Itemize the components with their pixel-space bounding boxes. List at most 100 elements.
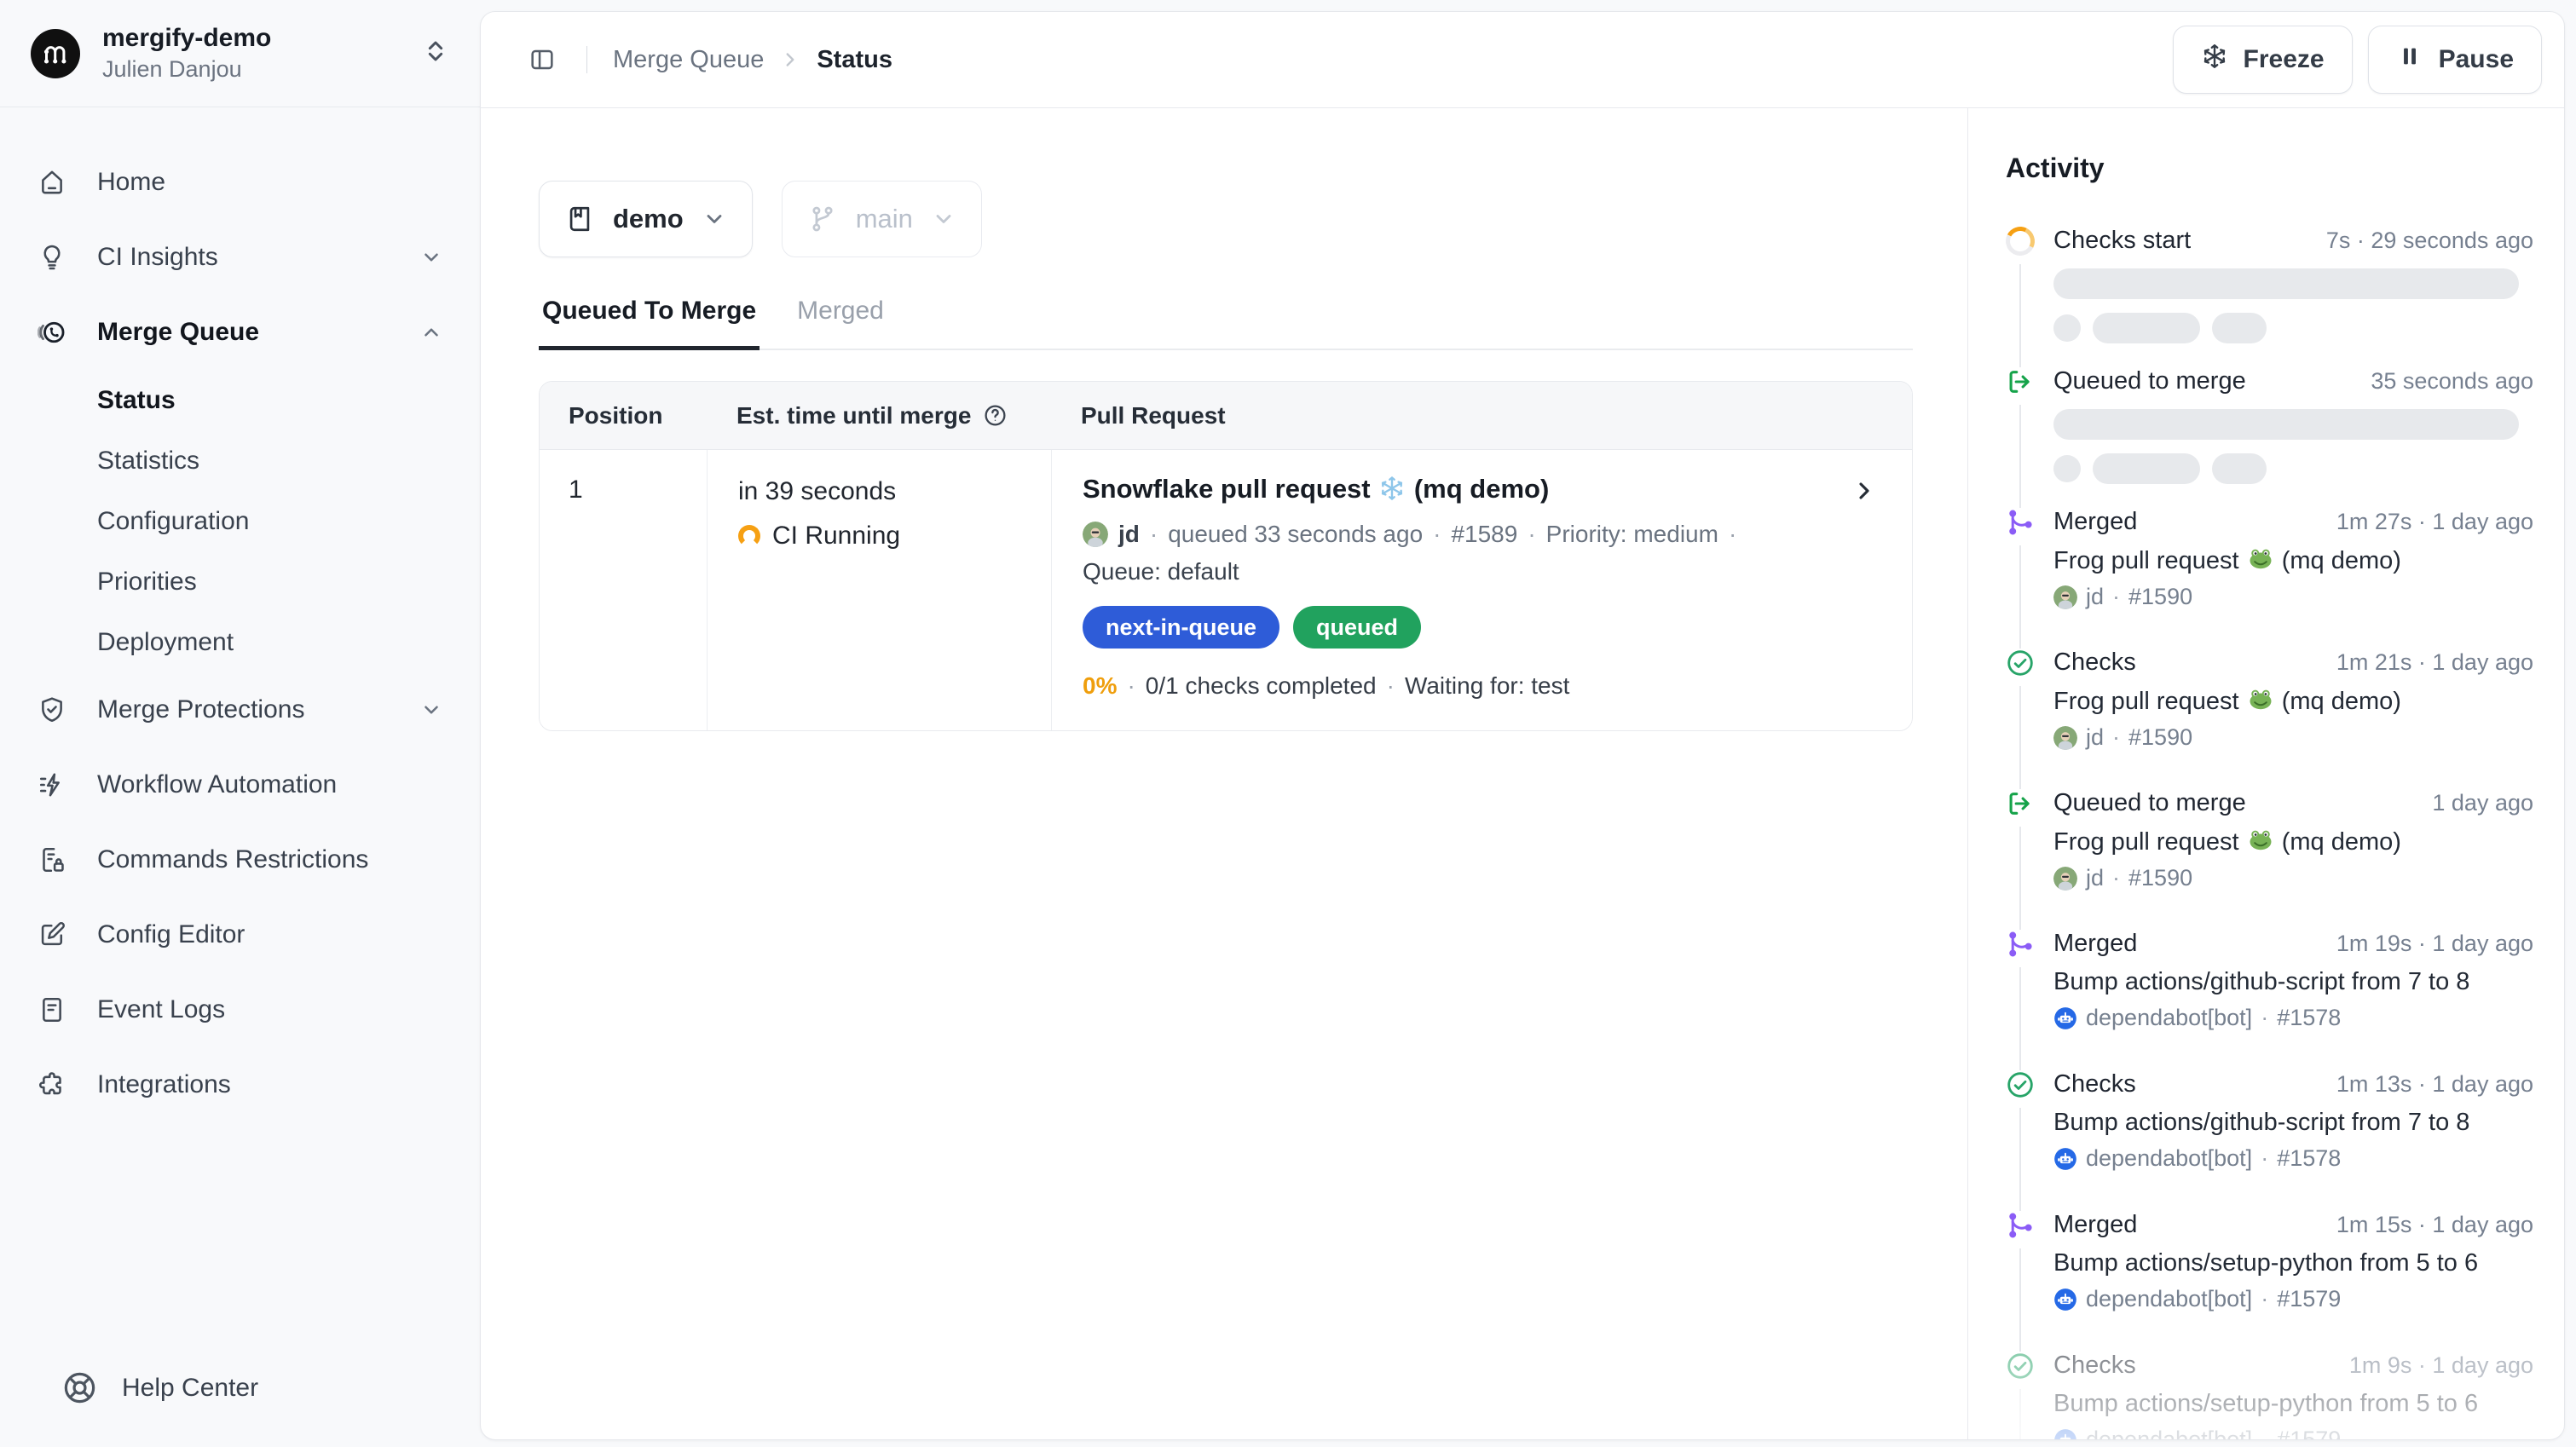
activity-event[interactable]: Checks start 7s · 29 seconds ago [2006,227,2533,367]
sidebar-item-help-center[interactable]: Help Center [0,1369,480,1447]
shield-check-icon [38,695,66,724]
chevrons-up-down-icon[interactable] [422,37,449,69]
sidebar-item-ci-insights[interactable]: CI Insights [26,220,454,295]
event-pr-title[interactable]: Bump actions/setup-python from 5 to 6 [2053,1249,2533,1277]
sidebar-item-event-logs[interactable]: Event Logs [26,972,454,1047]
sidebar-item-configuration[interactable]: Configuration [26,491,454,551]
activity-event[interactable]: Merged 1m 27s · 1 day ago Frog pull requ… [2006,508,2533,649]
timeline-connector [2019,405,2021,508]
sidebar-item-merge-protections[interactable]: Merge Protections [26,672,454,747]
sidebar-item-merge-queue[interactable]: Merge Queue [26,295,454,370]
activity-title: Activity [2006,153,2533,184]
tab-merged[interactable]: Merged [794,297,887,350]
git-merge-icon [2006,1211,2035,1240]
divider [586,46,587,73]
sidebar-item-home[interactable]: Home [26,145,454,220]
event-pr-title[interactable]: Frog pull request (mq demo) [2053,687,2533,716]
event-pr-title[interactable]: Bump actions/github-script from 7 to 8 [2053,1109,2533,1137]
activity-feed: Checks start 7s · 29 seconds ago Queued … [2006,227,2533,1439]
activity-event[interactable]: Queued to merge 35 seconds ago [2006,367,2533,508]
git-branch-icon [808,205,837,233]
activity-event[interactable]: Queued to merge 1 day ago Frog pull requ… [2006,789,2533,930]
breadcrumb-merge-queue[interactable]: Merge Queue [613,46,764,74]
column-header-eta: Est. time until merge [708,382,1052,449]
dependabot-icon [2053,1006,2077,1030]
event-pr-number[interactable]: #1590 [2128,584,2192,610]
puzzle-icon [38,1070,66,1099]
pr-title[interactable]: Snowflake pull request (mq demo) [1083,474,1549,504]
sidebar-item-status[interactable]: Status [26,370,454,430]
mergify-logo [31,29,80,78]
queue-table: Position Est. time until merge [539,381,1913,731]
queued-arrow-icon [2006,367,2035,396]
timeline-connector [2019,1389,2021,1439]
sidebar-item-integrations[interactable]: Integrations [26,1047,454,1122]
chevron-down-icon [702,207,726,231]
sidebar-item-deployment[interactable]: Deployment [26,612,454,672]
timeline-connector [2019,1108,2021,1211]
event-label: Checks [2053,1352,2136,1380]
event-label: Merged [2053,508,2137,536]
ci-running-spinner-icon [738,525,760,547]
branch-selector[interactable]: main [782,181,982,257]
skeleton-bar [2053,268,2519,299]
event-pr-title[interactable]: Frog pull request (mq demo) [2053,546,2533,575]
event-pr-title[interactable]: Frog pull request (mq demo) [2053,827,2533,856]
git-merge-icon [2006,508,2035,537]
queue-tabs: Queued To Merge Merged [539,297,1913,350]
edit-icon [38,920,66,949]
event-pr-number[interactable]: #1579 [2277,1286,2341,1312]
avatar-jd [2053,867,2077,891]
sidebar-item-statistics[interactable]: Statistics [26,430,454,491]
timeline-connector [2019,827,2021,930]
pull-request-cell: Snowflake pull request (mq demo) jd [1052,450,1912,730]
event-pr-number[interactable]: #1578 [2277,1145,2341,1172]
pr-queue: Queue: default [1083,558,1878,585]
event-author: dependabot[bot] [2086,1427,2252,1439]
pr-author[interactable]: jd [1118,521,1140,548]
branch-value: main [856,204,913,234]
event-author: jd [2086,865,2104,891]
chevron-right-icon[interactable] [1851,477,1878,509]
event-time: 1m 13s · 1 day ago [2336,1071,2533,1098]
event-time: 1m 15s · 1 day ago [2336,1212,2533,1238]
lightbulb-icon [38,243,66,272]
tab-queued-to-merge[interactable]: Queued To Merge [539,297,760,350]
sidebar-item-priorities[interactable]: Priorities [26,551,454,612]
activity-event[interactable]: Checks 1m 13s · 1 day ago Bump actions/g… [2006,1070,2533,1211]
label-badge[interactable]: next-in-queue [1083,606,1279,649]
event-pr-number[interactable]: #1579 [2277,1427,2341,1439]
org-owner: Julien Danjou [102,56,271,83]
label-badge[interactable]: queued [1293,606,1421,649]
pause-button[interactable]: Pause [2368,26,2542,94]
queue-row[interactable]: 1 in 39 seconds CI Running Snowflake pul… [540,450,1912,730]
app-root: mergify-demo Julien Danjou HomeCI Insigh… [0,0,2576,1447]
event-pr-number[interactable]: #1590 [2128,724,2192,751]
help-circle-icon[interactable] [983,403,1008,428]
activity-event[interactable]: Merged 1m 19s · 1 day ago Bump actions/g… [2006,930,2533,1070]
column-header-position: Position [540,382,708,449]
frog-emoji [2248,546,2273,572]
snowflake-icon [2201,43,2228,77]
sidebar-item-commands-restrictions[interactable]: Commands Restrictions [26,822,454,897]
activity-event[interactable]: Checks 1m 9s · 1 day ago Bump actions/se… [2006,1352,2533,1439]
freeze-button[interactable]: Freeze [2173,26,2353,94]
event-label: Merged [2053,1211,2137,1239]
org-switcher[interactable]: mergify-demo Julien Danjou [0,0,480,107]
event-pr-title[interactable]: Bump actions/setup-python from 5 to 6 [2053,1390,2533,1418]
activity-event[interactable]: Checks 1m 21s · 1 day ago Frog pull requ… [2006,649,2533,789]
chevron-right-icon [779,49,801,71]
column-header-pull-request: Pull Request [1052,382,1912,449]
workflow-icon [38,770,66,799]
event-pr-title[interactable]: Bump actions/github-script from 7 to 8 [2053,968,2533,996]
pr-number[interactable]: #1589 [1451,521,1517,548]
checks-summary: 0/1 checks completed [1146,672,1377,700]
event-pr-number[interactable]: #1590 [2128,865,2192,891]
event-pr-number[interactable]: #1578 [2277,1005,2341,1031]
sidebar-item-config-editor[interactable]: Config Editor [26,897,454,972]
sidebar-item-workflow-automation[interactable]: Workflow Automation [26,747,454,822]
repository-selector[interactable]: demo [539,181,753,257]
sidebar-toggle-button[interactable] [523,41,561,78]
activity-event[interactable]: Merged 1m 15s · 1 day ago Bump actions/s… [2006,1211,2533,1352]
check-circle-icon [2006,1070,2035,1099]
